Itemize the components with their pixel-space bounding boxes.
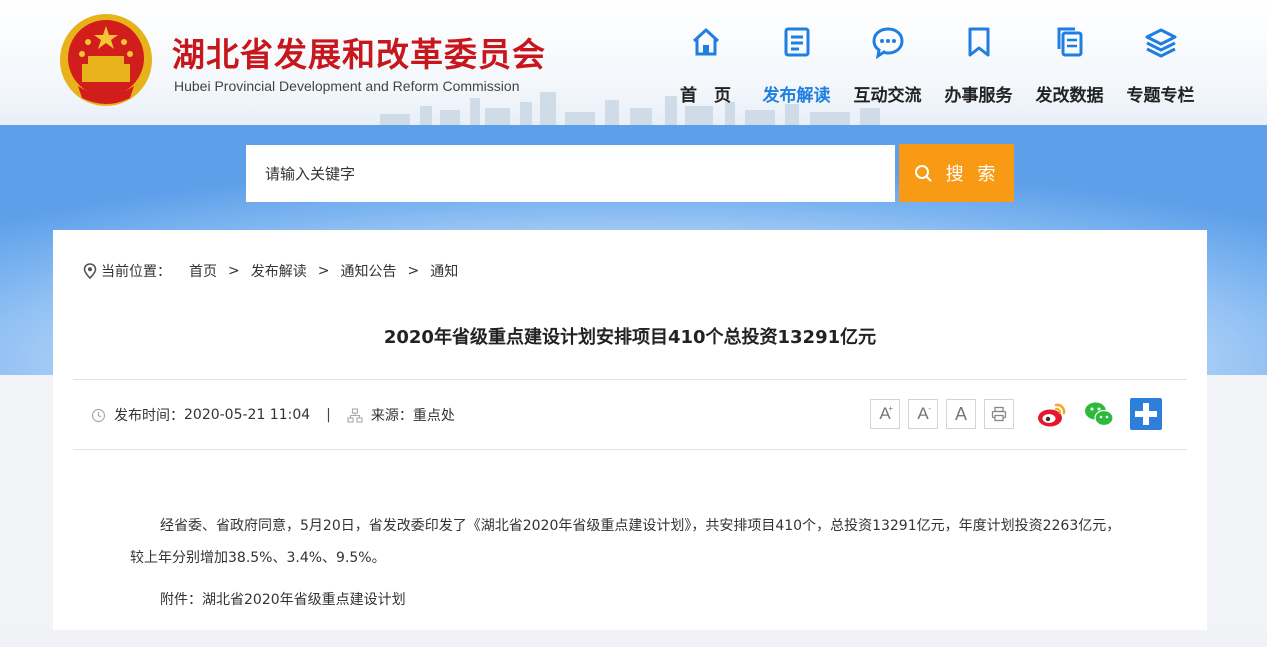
breadcrumb-separator: > [228, 263, 240, 279]
nav-label-interaction: 互动交流 [853, 86, 922, 106]
divider [73, 449, 1187, 450]
location-pin-icon [83, 263, 97, 279]
printer-icon [991, 406, 1007, 422]
breadcrumb-label: 当前位置： [101, 264, 171, 280]
search-button[interactable]: 搜 索 [899, 144, 1014, 202]
nav-label-releases: 发布解读 [762, 86, 831, 106]
breadcrumb-separator: > [407, 263, 420, 279]
article-card: 当前位置： 首页 > 发布解读 > 通知公告 > 通知 2020年省级重点建设计… [53, 230, 1207, 630]
article-paragraph: 经省委、省政府同意，5月20日，省发改委印发了《湖北省2020年省级重点建设计划… [130, 518, 1121, 566]
nav-item-releases[interactable]: 发布解读 [751, 20, 842, 110]
font-decrease-label: A [917, 404, 929, 423]
publish-time-label: 发布时间： [114, 408, 184, 424]
nav-item-topics[interactable]: 专题专栏 [1115, 20, 1206, 110]
national-emblem-icon [60, 14, 152, 106]
nav-label-topics: 专题专栏 [1126, 86, 1195, 106]
nav-item-data[interactable]: 发改数据 [1024, 20, 1115, 110]
breadcrumb-notices[interactable]: 通知公告 [340, 261, 396, 281]
nav-label-services: 办事服务 [944, 86, 1013, 106]
article-source: 重点处 [412, 408, 455, 424]
source-org-icon [347, 407, 363, 423]
nav-item-services[interactable]: 办事服务 [933, 20, 1024, 110]
article-meta: 发布时间： 2020-05-21 11:04 | 来源： 重点处 [91, 405, 455, 425]
more-share-plus-icon[interactable] [1130, 398, 1162, 430]
layers-icon [1145, 28, 1176, 58]
search-icon [914, 165, 932, 182]
publish-time: 2020-05-21 11:04 [184, 407, 311, 423]
breadcrumb: 当前位置： 首页 > 发布解读 > 通知公告 > 通知 [83, 261, 458, 281]
nav-item-home[interactable]: 首 页 [660, 20, 751, 110]
nav-label-home: 首 页 [680, 86, 731, 106]
font-default-button[interactable]: A [946, 399, 976, 429]
weibo-share-icon[interactable] [1036, 398, 1068, 430]
breadcrumb-separator: > [317, 263, 330, 279]
divider [73, 379, 1187, 380]
article-tools: A + A- A [870, 398, 1162, 430]
main-nav: 首 页 发布解读 互动交流 办事服务 发改数据 专题专栏 [660, 20, 1206, 110]
clock-icon [91, 408, 106, 422]
breadcrumb-releases[interactable]: 发布解读 [251, 261, 307, 281]
attachment-link[interactable]: 附件：湖北省2020年省级重点建设计划 [130, 584, 1130, 616]
print-button[interactable] [984, 399, 1014, 429]
breadcrumb-home[interactable]: 首页 [189, 261, 217, 281]
meta-separator: | [326, 407, 331, 423]
article-title: 2020年省级重点建设计划安排项目410个总投资13291亿元 [383, 327, 877, 348]
page-footer-gap [0, 630, 1267, 647]
font-increase-button[interactable]: A + [870, 399, 900, 429]
nav-label-data: 发改数据 [1035, 86, 1104, 106]
bookmark-icon [968, 27, 989, 57]
nav-item-interaction[interactable]: 互动交流 [842, 20, 933, 110]
site-title[interactable]: 湖北省发展和改革委员会 [172, 28, 546, 76]
chat-bubble-icon [871, 27, 904, 59]
site-subtitle: Hubei Provincial Development and Reform … [174, 78, 520, 94]
font-default-label: A [954, 403, 967, 424]
search-button-label: 搜 索 [945, 164, 1000, 185]
source-label: 来源： [370, 408, 413, 424]
document-list-icon [784, 27, 809, 57]
font-decrease-button[interactable]: A- [908, 399, 938, 429]
home-icon [692, 28, 719, 56]
breadcrumb-notice[interactable]: 通知 [430, 261, 458, 281]
search-input[interactable] [246, 145, 895, 202]
wechat-share-icon[interactable] [1083, 398, 1115, 430]
site-header: 湖北省发展和改革委员会 Hubei Provincial Development… [0, 0, 1267, 125]
data-pages-icon [1057, 27, 1082, 57]
article-content: 经省委、省政府同意，5月20日，省发改委印发了《湖北省2020年省级重点建设计划… [130, 510, 1130, 616]
